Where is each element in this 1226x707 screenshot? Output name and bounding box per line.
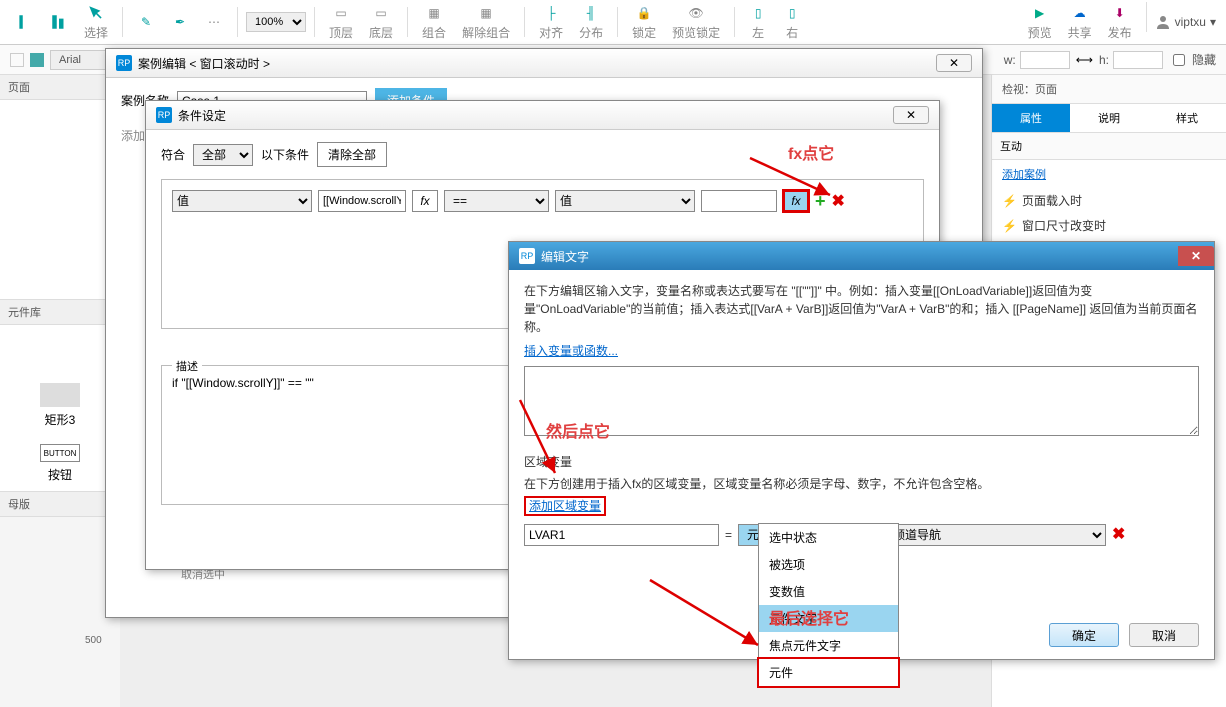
event-page-load[interactable]: ⚡ 页面载入时 bbox=[992, 188, 1226, 213]
dd-item-widget-text[interactable]: 元件文字 bbox=[759, 605, 898, 632]
case-edit-titlebar[interactable]: RP 案例编辑 < 窗口滚动时 > ✕ bbox=[106, 49, 982, 78]
layer-back[interactable]: ▭底层 bbox=[363, 2, 399, 43]
layer-front[interactable]: ▭顶层 bbox=[323, 2, 359, 43]
delete-var-icon[interactable]: ✖ bbox=[1112, 523, 1125, 547]
sec-icon-1[interactable] bbox=[10, 53, 24, 67]
add-case-link[interactable]: 添加案例 bbox=[992, 160, 1226, 188]
var-type-dropdown: 选中状态 被选项 变数值 元件文字 焦点元件文字 元件 bbox=[758, 523, 899, 687]
event-window-resize[interactable]: ⚡ 窗口尺寸改变时 bbox=[992, 213, 1226, 238]
distribute-tool[interactable]: ╢分布 bbox=[573, 2, 609, 43]
preview-lock-tool[interactable]: 👁预览锁定 bbox=[666, 2, 726, 43]
dd-item-selected-option[interactable]: 被选项 bbox=[759, 551, 898, 578]
add-region-var-link[interactable]: 添加区域变量 bbox=[524, 496, 606, 516]
dd-item-var-value[interactable]: 变数值 bbox=[759, 578, 898, 605]
lib-rect3[interactable]: 矩形3 bbox=[0, 375, 120, 436]
ok-button[interactable]: 确定 bbox=[1049, 623, 1119, 647]
region-var-desc: 在下方创建用于插入fx的区域变量，区域变量名称必须是字母、数字，不允许包含空格。 bbox=[524, 475, 1199, 493]
cond-type-select[interactable]: 值 bbox=[172, 190, 312, 212]
tab-properties[interactable]: 属性 bbox=[992, 104, 1070, 132]
region-var-header: 区域变量 bbox=[524, 453, 1199, 471]
zoom-select[interactable]: 100% bbox=[246, 12, 306, 32]
ungroup-tool[interactable]: ▦解除组合 bbox=[456, 2, 516, 43]
fx-button-left[interactable]: fx bbox=[412, 190, 438, 212]
align-right[interactable]: ▯右 bbox=[777, 2, 807, 43]
share-button[interactable]: ☁共享 bbox=[1062, 2, 1098, 43]
ruler-500: 500 bbox=[85, 635, 102, 646]
publish-button[interactable]: ⬇发布 bbox=[1102, 2, 1138, 43]
dd-item-focus-widget-text[interactable]: 焦点元件文字 bbox=[759, 632, 898, 659]
dd-item-widget[interactable]: 元件 bbox=[757, 657, 900, 688]
lightning-icon: ⚡ bbox=[1002, 219, 1016, 233]
cond-expr-input[interactable] bbox=[318, 190, 406, 212]
condition-close[interactable]: ✕ bbox=[893, 106, 929, 124]
property-tabs: 属性 说明 样式 bbox=[992, 104, 1226, 133]
cancel-button[interactable]: 取消 bbox=[1129, 623, 1199, 647]
pen-tool[interactable]: ✒ bbox=[165, 11, 195, 33]
dd-item-selected-state[interactable]: 选中状态 bbox=[759, 524, 898, 551]
library-header: 元件库 bbox=[0, 300, 120, 325]
match-select[interactable]: 全部 bbox=[193, 144, 253, 166]
insert-var-link[interactable]: 插入变量或函数... bbox=[524, 344, 618, 358]
match-suffix: 以下条件 bbox=[261, 146, 309, 163]
desc-legend: 描述 bbox=[172, 358, 202, 374]
clear-all-button[interactable]: 清除全部 bbox=[317, 142, 387, 167]
tab-style[interactable]: 样式 bbox=[1148, 104, 1226, 132]
sec-icon-2[interactable] bbox=[30, 53, 44, 67]
var-target-select[interactable]: 频道导航 bbox=[884, 524, 1106, 546]
condition-titlebar[interactable]: RP 条件设定 ✕ bbox=[146, 101, 939, 130]
equals-label: = bbox=[725, 526, 732, 544]
select-label: 选择 bbox=[84, 24, 108, 41]
case-edit-title: 案例编辑 < 窗口滚动时 > bbox=[138, 55, 270, 72]
edit-text-titlebar[interactable]: RP 编辑文字 ✕ bbox=[509, 242, 1214, 270]
main-toolbar: 选择 ✎ ✒ ⋯ 100% ▭顶层 ▭底层 ▦组合 ▦解除组合 ├对齐 ╢分布 … bbox=[0, 0, 1226, 45]
add-condition-icon[interactable]: + bbox=[815, 191, 826, 212]
group-tool[interactable]: ▦组合 bbox=[416, 2, 452, 43]
align-h-tool[interactable]: ├对齐 bbox=[533, 2, 569, 43]
instruction-text: 在下方编辑区输入文字，变量名称或表达式要写在 "[[""]]" 中。例如：插入变… bbox=[524, 282, 1199, 336]
edge-tool[interactable] bbox=[10, 11, 40, 33]
chevron-down-icon: ▾ bbox=[1210, 15, 1216, 29]
case-edit-close[interactable]: ✕ bbox=[936, 54, 972, 72]
delete-condition-icon[interactable]: ✖ bbox=[832, 191, 845, 211]
edit-text-close[interactable]: ✕ bbox=[1178, 246, 1214, 266]
left-panel: 页面 元件库 矩形3 BUTTON 按钮 母版 bbox=[0, 75, 120, 517]
expression-textarea[interactable] bbox=[524, 366, 1199, 436]
fx-button-right[interactable]: fx bbox=[783, 190, 809, 212]
link-dims-icon[interactable]: ⟷ bbox=[1076, 53, 1093, 67]
format-tool[interactable]: ✎ bbox=[131, 11, 161, 33]
preview-button[interactable]: ▶预览 bbox=[1022, 2, 1058, 43]
interaction-header: 互动 bbox=[992, 133, 1226, 160]
master-header: 母版 bbox=[0, 492, 120, 517]
inspect-header: 检视：页面 bbox=[992, 75, 1226, 104]
user-name: viptxu bbox=[1175, 15, 1206, 29]
cond-value-input[interactable] bbox=[701, 190, 777, 212]
align-left[interactable]: ▯左 bbox=[743, 2, 773, 43]
hidden-checkbox[interactable] bbox=[1173, 54, 1185, 66]
rp-icon: RP bbox=[519, 248, 535, 264]
rp-icon: RP bbox=[116, 55, 132, 71]
condition-title: 条件设定 bbox=[178, 107, 226, 124]
cond-operator-select[interactable]: == bbox=[444, 190, 549, 212]
var-name-input[interactable] bbox=[524, 524, 719, 546]
lightning-icon: ⚡ bbox=[1002, 194, 1016, 208]
more-tool[interactable]: ⋯ bbox=[199, 11, 229, 33]
width-input[interactable] bbox=[1020, 51, 1070, 69]
lib-button[interactable]: BUTTON 按钮 bbox=[0, 436, 120, 491]
user-menu[interactable]: viptxu ▾ bbox=[1155, 2, 1216, 43]
rp-icon: RP bbox=[156, 107, 172, 123]
tab-notes[interactable]: 说明 bbox=[1070, 104, 1148, 132]
height-input[interactable] bbox=[1113, 51, 1163, 69]
cond-type2-select[interactable]: 值 bbox=[555, 190, 695, 212]
pages-header: 页面 bbox=[0, 75, 120, 100]
lock-tool[interactable]: 🔒锁定 bbox=[626, 2, 662, 43]
select-tool[interactable]: 选择 bbox=[78, 2, 114, 43]
align-tool[interactable] bbox=[44, 11, 74, 33]
edit-text-title: 编辑文字 bbox=[541, 248, 589, 265]
condition-row: 值 fx == 值 fx + ✖ bbox=[172, 190, 913, 212]
match-label: 符合 bbox=[161, 146, 185, 163]
